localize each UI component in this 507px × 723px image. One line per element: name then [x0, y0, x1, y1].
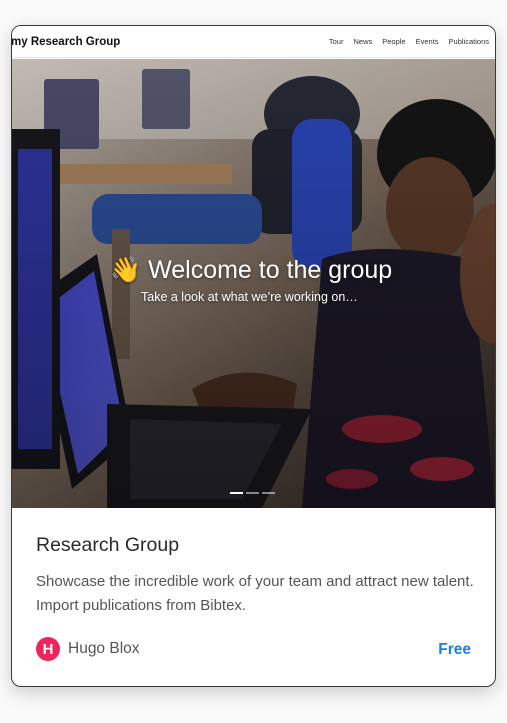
card-description: Showcase the incredible work of your tea… [36, 573, 474, 614]
svg-text:H: H [43, 641, 54, 658]
nav-link-events[interactable]: Events [416, 37, 439, 46]
nav-link-publications[interactable]: Publications [449, 37, 489, 46]
carousel-dot[interactable] [262, 492, 275, 494]
card-title[interactable]: Research Group [36, 534, 179, 557]
template-card[interactable]: my Research Group Tour News People Event… [11, 25, 496, 687]
carousel-dot[interactable] [230, 492, 243, 494]
hero-subtitle: Take a look at what we’re working on… [141, 290, 358, 304]
site-nav-links: Tour News People Events Publications [329, 37, 489, 46]
hugo-blox-logo-icon: H [36, 637, 60, 661]
carousel-dot[interactable] [246, 492, 259, 494]
nav-link-people[interactable]: People [382, 37, 405, 46]
hero-title-text: Welcome to the group [148, 256, 393, 284]
carousel-indicators [230, 492, 275, 494]
waving-hand-icon: 👋 [110, 256, 142, 284]
card-info: Research Group Showcase the incredible w… [12, 508, 495, 686]
template-preview[interactable]: my Research Group Tour News People Event… [12, 26, 495, 508]
hero-title: 👋 Welcome to the group [110, 256, 392, 285]
card-author[interactable]: H Hugo Blox [36, 637, 140, 661]
site-brand[interactable]: my Research Group [12, 36, 120, 48]
price-label: Free [438, 641, 471, 658]
nav-link-tour[interactable]: Tour [329, 37, 344, 46]
site-navbar: my Research Group Tour News People Event… [12, 26, 495, 58]
nav-link-news[interactable]: News [353, 37, 372, 46]
author-name[interactable]: Hugo Blox [68, 640, 140, 658]
hero-image: 👋 Welcome to the group Take a look at wh… [12, 59, 495, 508]
